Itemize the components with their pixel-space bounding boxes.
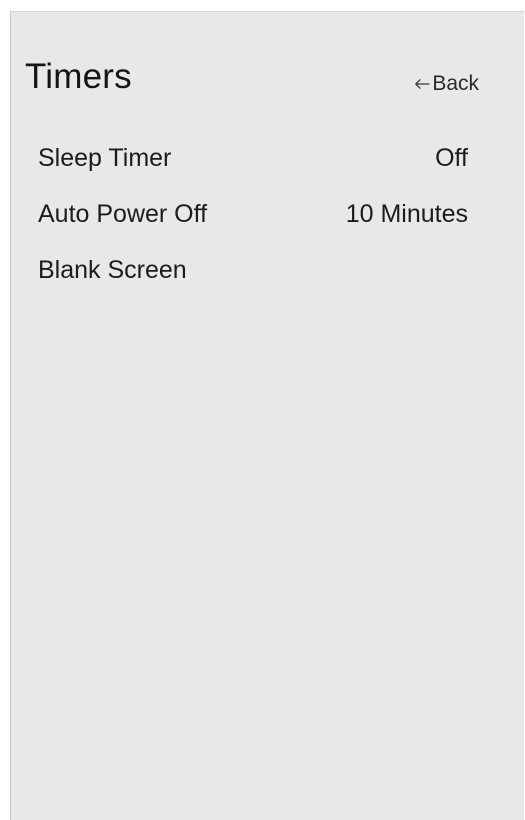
back-label: Back: [432, 72, 479, 95]
timers-menu: Sleep Timer Off Auto Power Off 10 Minute…: [38, 130, 468, 298]
back-button[interactable]: Back: [414, 71, 479, 97]
arrow-left-icon: [415, 79, 430, 89]
page-title: Timers: [25, 57, 132, 96]
menu-item-label: Sleep Timer: [38, 143, 172, 172]
menu-item-value: Off: [435, 143, 468, 172]
menu-item-label: Auto Power Off: [38, 199, 208, 228]
menu-item-value: 10 Minutes: [345, 199, 468, 228]
settings-panel: Timers Back Sleep Timer Off Auto Power O…: [10, 11, 524, 820]
menu-item-label: Blank Screen: [38, 255, 187, 284]
menu-item-sleep-timer[interactable]: Sleep Timer Off: [38, 130, 468, 186]
menu-item-auto-power-off[interactable]: Auto Power Off 10 Minutes: [38, 186, 468, 242]
menu-item-blank-screen[interactable]: Blank Screen: [38, 242, 468, 298]
